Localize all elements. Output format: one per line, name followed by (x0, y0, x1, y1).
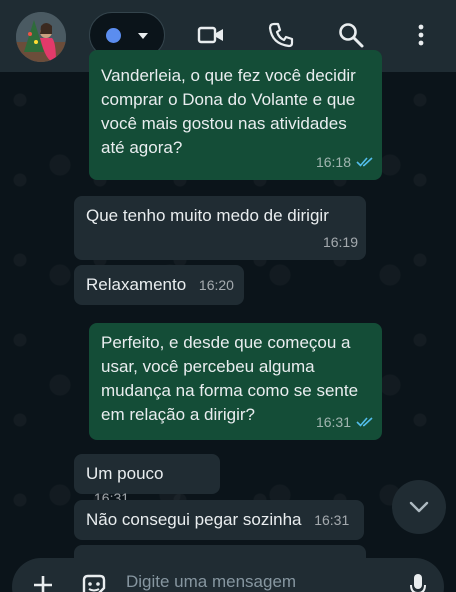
chevron-down-icon (138, 33, 148, 39)
message-meta: 16:18 (316, 150, 374, 174)
message-text: Relaxamento (86, 275, 187, 294)
message-meta: 16:19 (323, 230, 358, 254)
search-icon[interactable] (336, 20, 366, 50)
message-time: 16:31 (315, 414, 351, 430)
message-bubble-outgoing[interactable]: Perfeito, e desde que começou a usar, vo… (89, 323, 382, 440)
message-text: Que tenho muito medo de dirigir (86, 206, 329, 225)
sticker-icon[interactable] (80, 572, 108, 592)
microphone-icon[interactable] (408, 572, 428, 592)
message-bubble-incoming[interactable]: Relaxamento 16:20 (74, 265, 244, 305)
read-receipt-icon (356, 417, 373, 427)
status-dot (106, 28, 121, 43)
message-time: 16:31 (314, 512, 350, 528)
video-call-icon[interactable] (196, 20, 226, 50)
message-input[interactable] (126, 572, 386, 592)
message-text: Um pouco (86, 464, 164, 483)
message-time: 16:20 (198, 277, 234, 293)
christmas-tree-avatar-icon (16, 12, 66, 62)
more-options-icon[interactable] (406, 20, 436, 50)
message-time: 16:18 (315, 154, 351, 170)
message-time: 16:19 (322, 234, 358, 250)
avatar[interactable] (16, 12, 66, 62)
chevron-down-icon (409, 501, 429, 513)
message-composer (12, 558, 444, 592)
read-receipt-icon (356, 157, 373, 167)
message-text: Vanderleia, o que fez você decidir compr… (101, 66, 356, 157)
message-bubble-outgoing[interactable]: Vanderleia, o que fez você decidir compr… (89, 50, 382, 180)
message-bubble-incoming[interactable]: Um pouco 16:31 (74, 454, 220, 506)
message-bubble-incoming[interactable]: Não consegui pegar sozinha 16:31 (74, 500, 364, 540)
plus-icon[interactable] (32, 574, 54, 592)
scroll-to-bottom-button[interactable] (392, 480, 446, 534)
voice-call-icon[interactable] (266, 20, 296, 50)
message-text: Não consegui pegar sozinha (86, 510, 302, 529)
message-bubble-incoming[interactable]: Que tenho muito medo de dirigir 16:19 (74, 196, 366, 260)
message-meta: 16:31 (316, 410, 374, 434)
